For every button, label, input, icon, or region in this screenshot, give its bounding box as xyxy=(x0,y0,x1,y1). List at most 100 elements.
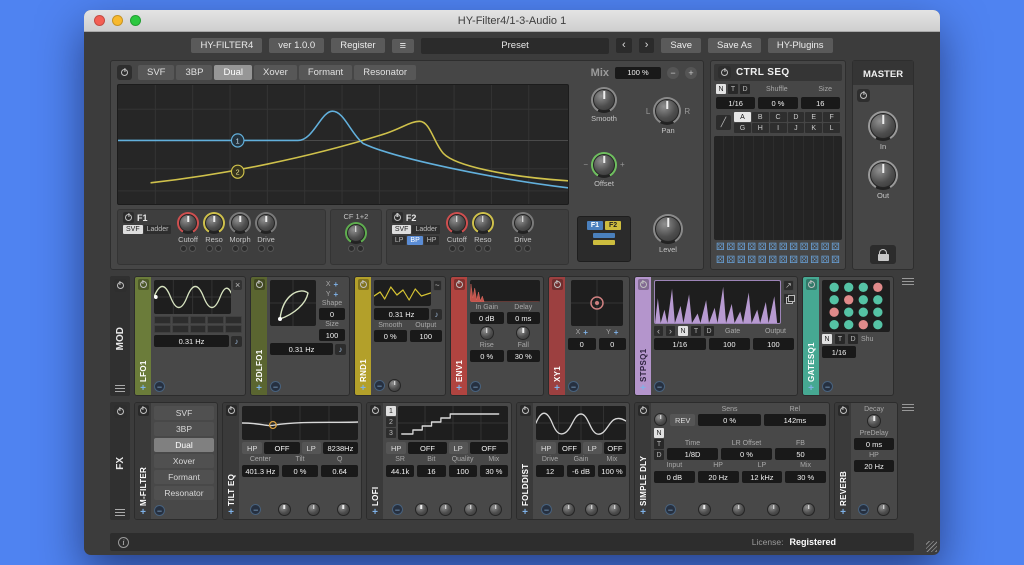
bit-value[interactable]: 16 xyxy=(417,465,445,477)
drive-knob[interactable] xyxy=(562,503,575,516)
filter-routing-selector[interactable]: F1 F2 xyxy=(577,216,631,262)
seq-slot[interactable]: H xyxy=(752,123,769,133)
gatesq1-display[interactable] xyxy=(822,280,890,332)
drag-handle-icon[interactable] xyxy=(115,509,125,517)
move-icon[interactable]: + xyxy=(554,384,560,393)
lfo1-waveform-display[interactable] xyxy=(154,280,231,314)
q-knob[interactable] xyxy=(337,503,350,516)
mod-assign-icon[interactable] xyxy=(241,245,248,252)
sr-knob[interactable] xyxy=(415,503,428,516)
seq-slot[interactable]: C xyxy=(770,112,787,122)
output-value[interactable]: 100 xyxy=(753,338,794,350)
reverb-hp-value[interactable]: 20 Hz xyxy=(854,460,894,472)
waveform-icon[interactable] xyxy=(172,325,189,333)
ctrl-seq-power-button[interactable] xyxy=(718,66,731,79)
mod-assign-icon[interactable] xyxy=(475,245,482,252)
dice-icon[interactable]: ⚄ xyxy=(716,256,725,266)
mod-assign-icon[interactable] xyxy=(180,245,187,252)
minimize-window-button[interactable] xyxy=(112,15,123,26)
master-power-button[interactable] xyxy=(857,89,870,102)
dice-icon[interactable]: ⚄ xyxy=(831,243,840,253)
waveform-icon[interactable] xyxy=(207,316,224,324)
tilteq-power-button[interactable] xyxy=(226,405,237,416)
sync-icon[interactable]: ♪ xyxy=(231,336,242,347)
wave-mode-icon[interactable]: ~ xyxy=(433,280,442,291)
rnd1-display[interactable] xyxy=(374,280,431,306)
mix-knob[interactable] xyxy=(802,503,815,516)
rev-button[interactable]: REV xyxy=(670,414,695,426)
dice-icon[interactable]: ⚄ xyxy=(747,256,756,266)
f2-reso-knob[interactable] xyxy=(474,214,492,232)
mfilter-option-dual[interactable]: Dual xyxy=(154,438,214,452)
seq-slot[interactable]: K xyxy=(805,123,822,133)
rnd1-rate-value[interactable]: 0.31 Hz xyxy=(374,308,429,320)
f2-cutoff-knob[interactable] xyxy=(448,214,466,232)
f1-cutoff-knob[interactable] xyxy=(179,214,197,232)
output-value[interactable]: 100 xyxy=(410,330,443,342)
folddist-hp-value[interactable]: OFF xyxy=(558,442,580,454)
mfilter-option-svf[interactable]: SVF xyxy=(154,406,214,420)
remove-module-button[interactable]: − xyxy=(858,504,869,515)
2dlfo1-rate-value[interactable]: 0.31 Hz xyxy=(270,343,333,355)
ctrl-seq-note-button[interactable]: N xyxy=(716,84,726,94)
menu-icon[interactable]: ≡ xyxy=(392,39,414,53)
f1-drive-knob[interactable] xyxy=(257,214,275,232)
x-value[interactable]: 0 xyxy=(568,338,596,350)
sync-icon[interactable]: ♪ xyxy=(335,344,346,355)
input-value[interactable]: 0 dB xyxy=(654,471,695,483)
dice-icon[interactable]: ⚄ xyxy=(716,243,725,253)
waveform-icon[interactable] xyxy=(225,316,242,324)
step-sequencer-display[interactable] xyxy=(714,136,842,240)
mix-value[interactable]: 100 % xyxy=(598,465,626,477)
xy1-power-button[interactable] xyxy=(552,279,563,290)
f1-mode-ladder-button[interactable]: Ladder xyxy=(144,225,172,234)
f2-mode-svf-button[interactable]: SVF xyxy=(392,225,412,234)
move-icon[interactable]: + xyxy=(334,290,339,299)
in-gain-value[interactable]: 0 dB xyxy=(470,312,504,324)
move-icon[interactable]: + xyxy=(140,384,146,393)
remove-module-button[interactable]: − xyxy=(374,380,385,391)
move-icon[interactable]: + xyxy=(140,508,146,517)
sync-icon[interactable]: ♪ xyxy=(431,309,442,320)
dice-icon[interactable]: ⚄ xyxy=(737,243,746,253)
rise-knob[interactable] xyxy=(480,326,494,340)
move-icon[interactable]: + xyxy=(522,508,528,517)
filter-power-button[interactable] xyxy=(117,65,132,80)
f2-mode-ladder-button[interactable]: Ladder xyxy=(412,225,440,234)
drag-handle-icon[interactable] xyxy=(115,385,125,393)
mix-value[interactable]: 30 % xyxy=(785,471,826,483)
dice-icon[interactable]: ⚄ xyxy=(768,256,777,266)
edit-icon[interactable]: ╱ xyxy=(716,115,731,130)
f1-morph-knob[interactable] xyxy=(231,214,249,232)
f1-reso-knob[interactable] xyxy=(205,214,223,232)
info-icon[interactable]: i xyxy=(118,537,129,548)
ctrl-seq-triplet-button[interactable]: T xyxy=(728,84,738,94)
dice-icon[interactable]: ⚄ xyxy=(789,243,798,253)
dice-icon[interactable]: ⚄ xyxy=(726,243,735,253)
preset-selector[interactable]: Preset xyxy=(421,38,609,54)
rnd1-power-button[interactable] xyxy=(358,279,369,290)
mod-assign-icon[interactable] xyxy=(189,245,196,252)
brand-button[interactable]: HY-FILTER4 xyxy=(191,38,262,53)
mod-assign-icon[interactable] xyxy=(458,245,465,252)
register-button[interactable]: Register xyxy=(331,38,384,53)
folddist-lp-button[interactable]: LP xyxy=(583,442,602,454)
move-icon[interactable]: + xyxy=(256,384,262,393)
tab-formant[interactable]: Formant xyxy=(299,65,352,80)
time-value[interactable]: 1/8D xyxy=(667,448,718,460)
lp-knob[interactable] xyxy=(767,503,780,516)
seq-slot[interactable]: F xyxy=(823,112,840,122)
mix-decrement-icon[interactable]: − xyxy=(667,67,679,79)
dice-icon[interactable]: ⚄ xyxy=(779,243,788,253)
gain-knob[interactable] xyxy=(585,503,598,516)
size-value[interactable]: 100 xyxy=(319,329,345,341)
center-value[interactable]: 401.3 Hz xyxy=(242,465,279,477)
shuffle-value[interactable]: 0 % xyxy=(758,97,797,109)
move-icon[interactable]: + xyxy=(614,328,619,337)
quality-value[interactable]: 100 xyxy=(449,465,477,477)
stpsq1-dotted-button[interactable]: D xyxy=(704,326,714,336)
sens-value[interactable]: 0 % xyxy=(698,414,760,426)
lofi-lp-value[interactable]: OFF xyxy=(470,442,508,454)
save-as-button[interactable]: Save As xyxy=(708,38,761,53)
move-icon[interactable]: + xyxy=(372,508,378,517)
